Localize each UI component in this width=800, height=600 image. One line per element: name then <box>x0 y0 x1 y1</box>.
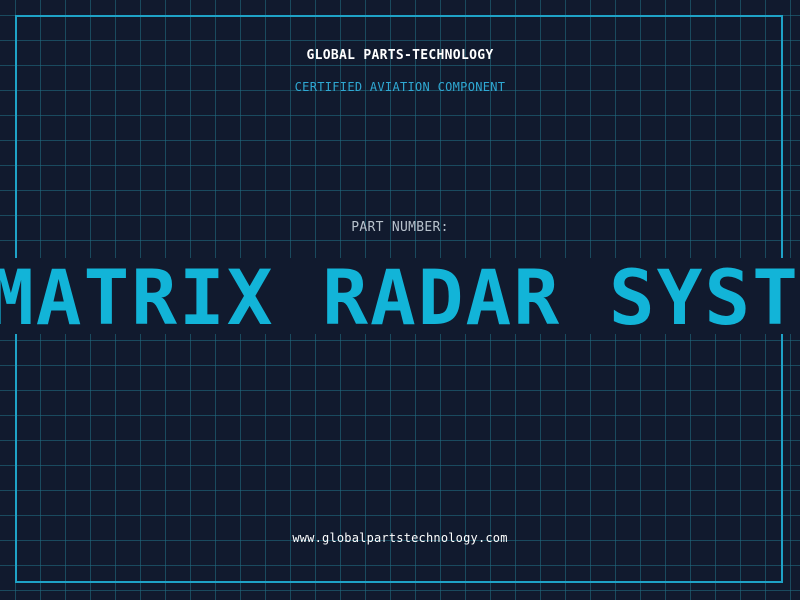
label-card: GLOBAL PARTS-TECHNOLOGY CERTIFIED AVIATI… <box>0 0 800 600</box>
website-url: www.globalpartstechnology.com <box>292 531 508 545</box>
part-name: MATRIX RADAR SYSTEM <box>0 253 800 342</box>
part-number-label: PART NUMBER: <box>351 220 449 235</box>
certification-tagline: CERTIFIED AVIATION COMPONENT <box>294 80 506 94</box>
company-name: GLOBAL PARTS-TECHNOLOGY <box>306 48 494 63</box>
